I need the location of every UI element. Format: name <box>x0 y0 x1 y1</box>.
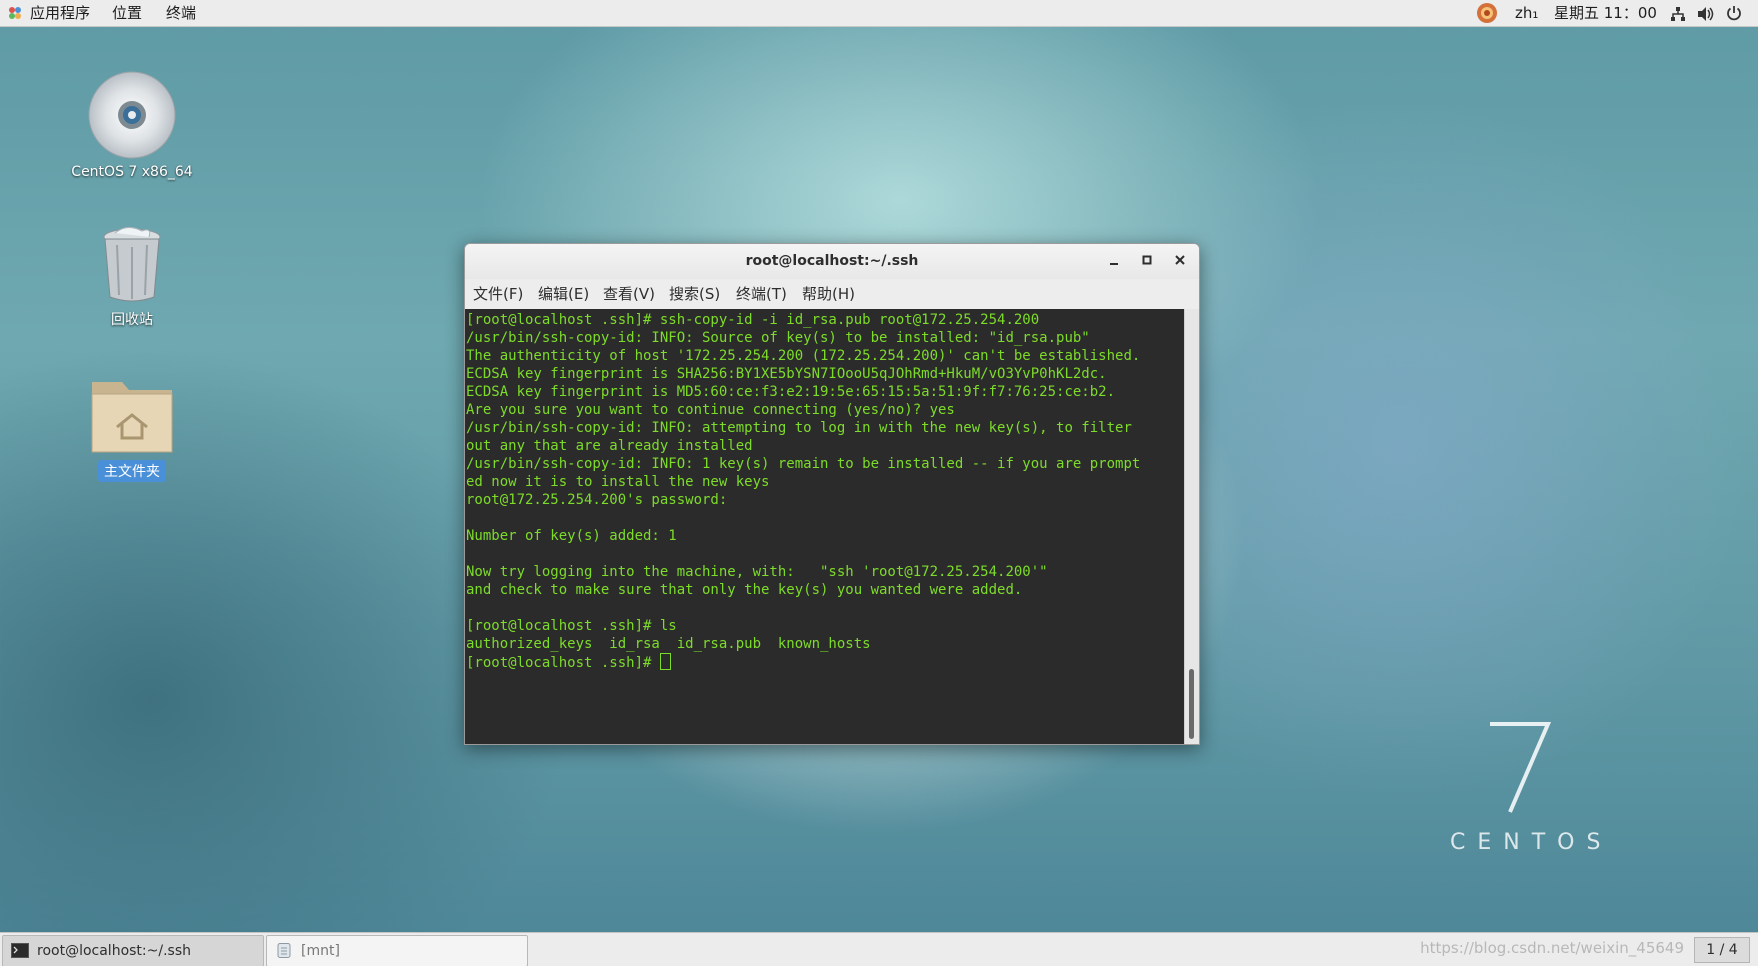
file-manager-icon <box>277 943 291 958</box>
power-icon[interactable] <box>1726 5 1742 21</box>
menu-help[interactable]: 帮助(H) <box>802 279 855 309</box>
terminal-line: Number of key(s) added: 1 <box>466 528 677 544</box>
close-icon <box>1175 255 1185 265</box>
applications-icon[interactable] <box>8 6 22 20</box>
minimize-button[interactable] <box>1105 253 1123 271</box>
applications-menu[interactable]: 应用程序 <box>30 0 90 26</box>
window-title: root@localhost:~/.ssh <box>745 253 919 269</box>
terminal-line: and check to make sure that only the key… <box>466 582 1023 598</box>
desktop-icon-trash[interactable]: 回收站 <box>62 225 202 329</box>
menu-view[interactable]: 查看(V) <box>603 279 655 309</box>
taskbar-item-terminal[interactable]: root@localhost:~/.ssh <box>2 935 264 966</box>
fedora-icon[interactable] <box>1476 2 1498 24</box>
top-panel: 应用程序 位置 终端 zh₁ 星期五 11：00 <box>0 0 1758 27</box>
window-menubar: 文件(F) 编辑(E) 查看(V) 搜索(S) 终端(T) 帮助(H) <box>465 279 1199 309</box>
terminal-prompt-line[interactable]: [root@localhost .ssh]# <box>465 653 1185 671</box>
clock[interactable]: 星期五 11：00 <box>1554 0 1657 26</box>
menu-edit[interactable]: 编辑(E) <box>538 279 589 309</box>
terminal-line: out any that are already installed <box>466 438 753 454</box>
terminal-line: root@172.25.254.200's password: <box>466 492 728 508</box>
terminal-line: authorized_keys id_rsa id_rsa.pub known_… <box>466 636 871 652</box>
terminal-cursor <box>659 653 671 670</box>
network-icon[interactable] <box>1670 6 1686 22</box>
terminal-line: Are you sure you want to continue connec… <box>466 402 955 418</box>
centos-wordmark: CENTOS <box>1450 830 1613 855</box>
terminal-menu[interactable]: 终端 <box>166 0 196 26</box>
terminal-output[interactable]: [root@localhost .ssh]# ssh-copy-id -i id… <box>465 309 1185 744</box>
terminal-prompt: [root@localhost .ssh]# <box>466 655 660 671</box>
terminal-line: ed now it is to install the new keys <box>466 474 770 490</box>
window-titlebar[interactable]: root@localhost:~/.ssh <box>465 244 1199 280</box>
terminal-window[interactable]: root@localhost:~/.ssh 文件(F) 编辑(E) 查看(V) … <box>464 243 1200 745</box>
terminal-line: ECDSA key fingerprint is MD5:60:ce:f3:e2… <box>466 384 1116 400</box>
terminal-line: ECDSA key fingerprint is SHA256:BY1XE5bY… <box>466 366 1107 382</box>
taskbar-item-file-manager[interactable]: [mnt] <box>266 935 528 966</box>
close-button[interactable] <box>1171 253 1189 271</box>
watermark-text: https://blog.csdn.net/weixin_45649 <box>1420 939 1684 957</box>
maximize-icon <box>1142 255 1152 265</box>
menu-file[interactable]: 文件(F) <box>473 279 523 309</box>
taskbar-item-label: root@localhost:~/.ssh <box>37 943 191 959</box>
taskbar-item-label: [mnt] <box>301 943 340 959</box>
desktop-icon-label: 主文件夹 <box>98 460 166 482</box>
disc-icon <box>88 71 176 159</box>
terminal-icon <box>11 943 29 958</box>
home-folder-icon <box>91 382 173 453</box>
maximize-button[interactable] <box>1138 253 1156 271</box>
workspace-indicator[interactable]: 1 / 4 <box>1694 937 1750 963</box>
menu-terminal[interactable]: 终端(T) <box>736 279 787 309</box>
scrollbar-thumb[interactable] <box>1189 669 1194 739</box>
terminal-line: [root@localhost .ssh]# ls <box>466 618 677 634</box>
places-menu[interactable]: 位置 <box>112 0 142 26</box>
minimize-icon <box>1110 263 1118 265</box>
bottom-panel: root@localhost:~/.ssh [mnt] https://blog… <box>0 932 1758 966</box>
centos-seven-logo <box>1490 722 1552 813</box>
terminal-scrollbar[interactable] <box>1184 309 1199 744</box>
desktop-icon-label: CentOS 7 x86_64 <box>71 164 193 180</box>
desktop-icon-label: 回收站 <box>111 312 153 328</box>
input-method-indicator[interactable]: zh₁ <box>1515 0 1538 26</box>
terminal-line: Now try logging into the machine, with: … <box>466 564 1048 580</box>
volume-icon[interactable] <box>1697 6 1715 22</box>
menu-search[interactable]: 搜索(S) <box>669 279 720 309</box>
desktop-icon-home-folder[interactable]: 主文件夹 <box>62 372 202 482</box>
terminal-line: [root@localhost .ssh]# ssh-copy-id -i id… <box>466 312 1040 328</box>
terminal-line: /usr/bin/ssh-copy-id: INFO: Source of ke… <box>466 330 1090 346</box>
terminal-line: /usr/bin/ssh-copy-id: INFO: 1 key(s) rem… <box>466 456 1141 472</box>
terminal-line: The authenticity of host '172.25.254.200… <box>466 348 1141 364</box>
trash-icon <box>103 227 161 302</box>
terminal-line: /usr/bin/ssh-copy-id: INFO: attempting t… <box>466 420 1132 436</box>
desktop-icon-centos-disc[interactable]: CentOS 7 x86_64 <box>62 70 202 180</box>
